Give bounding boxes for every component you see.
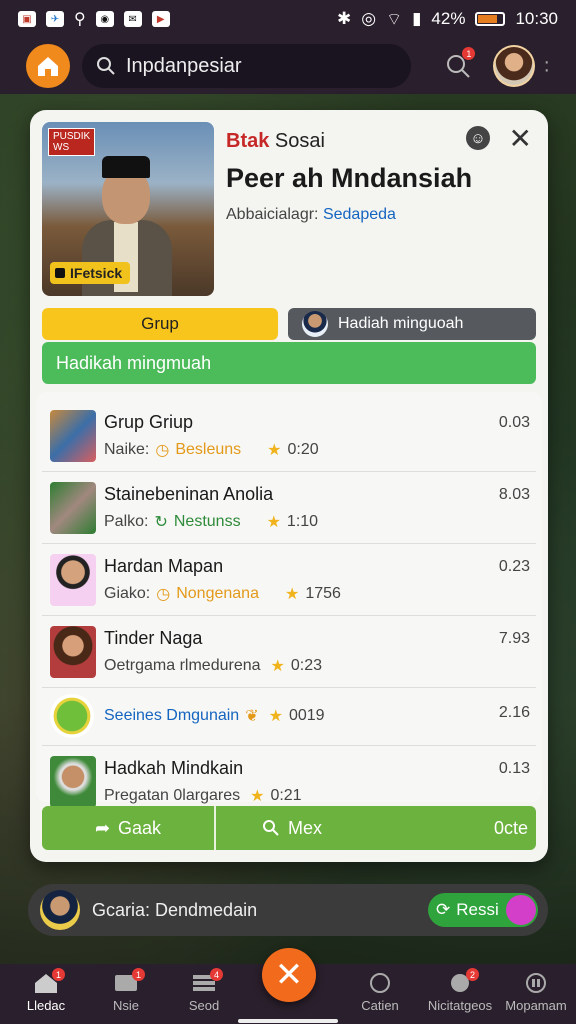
results-list: Grup Griup Naike: ◷ Besleuns ★ 0:20 0.03…: [36, 392, 542, 808]
app-notification-icon: ▶: [151, 11, 170, 27]
hero-image: PUSDIK WS IFetsick: [42, 122, 214, 296]
clock: 10:30: [515, 9, 558, 28]
home-button[interactable]: [26, 44, 70, 88]
nfc-icon: ◎: [361, 9, 377, 28]
star-icon: ★: [266, 514, 281, 531]
close-icon: ✕: [274, 956, 304, 994]
more-button[interactable]: 0cte: [416, 806, 536, 850]
battery-percent: 42%: [431, 9, 466, 28]
hero-chip[interactable]: IFetsick: [50, 262, 131, 284]
tab-hadiah[interactable]: Hadiah minguoah: [288, 308, 536, 340]
chat-icon: [367, 972, 393, 994]
thumbnail: [50, 756, 96, 808]
nav-item-notifications[interactable]: 2 Nicitatgeos: [420, 968, 500, 1013]
share-icon: ➦: [94, 817, 111, 838]
app-notification-icon: ◉: [95, 11, 114, 27]
notifications-button[interactable]: 1: [443, 47, 476, 81]
page-title: Peer ah Mndansiah: [226, 163, 473, 193]
notification-text: Gcaria: Dendmedain: [92, 899, 258, 920]
close-fab-button[interactable]: ✕: [262, 948, 316, 1002]
app-notification-icon: ▣: [18, 11, 36, 27]
search-icon: [263, 820, 279, 836]
news-icon: 1: [113, 968, 145, 994]
leaf-icon: ❦: [245, 708, 259, 725]
close-icon[interactable]: ✕: [509, 122, 532, 155]
star-icon: ★: [270, 658, 285, 675]
thumbnail: [50, 694, 94, 738]
nav-item-map[interactable]: Mopamam: [496, 972, 576, 1013]
bluetooth-icon: ✱: [336, 9, 352, 28]
thumbnail: [50, 410, 96, 462]
notification-bar[interactable]: Gcaria: Dendmedain ⟳ Ressi: [28, 884, 548, 936]
thumbnail: [50, 554, 96, 606]
avatar: [302, 311, 328, 337]
nav-item-news[interactable]: 1 Nsie: [86, 968, 166, 1013]
subtitle: Abbaicialagr: Sedapeda: [226, 206, 396, 223]
search-value: Inpdanpesiar: [125, 54, 242, 77]
list-item[interactable]: Stainebeninan Anolia Palko: ↻ Nestunss ★…: [42, 472, 536, 544]
message-icon: 2: [447, 968, 479, 994]
home-icon: 1: [33, 968, 65, 994]
record-icon: [506, 895, 536, 925]
avatar: [40, 890, 80, 930]
location-icon: ⚲: [74, 11, 86, 28]
banner[interactable]: Hadikah mingmuah: [42, 342, 536, 384]
battery-icon: [475, 12, 506, 26]
star-icon: ★: [250, 788, 265, 805]
list-item[interactable]: Tinder Naga Oetrgama rlmedurena ★ 0:23 7…: [42, 616, 536, 688]
status-bar: ▣ ✈ ⚲ ◉ ✉ ▶ ✱ ◎ ⌔ ▮ 42% 10:30: [0, 0, 576, 38]
home-indicator[interactable]: [238, 1019, 338, 1023]
refresh-icon: ⟳: [436, 900, 451, 919]
app-notification-icon: ✉: [123, 11, 142, 27]
emoji-icon[interactable]: ☺: [466, 126, 490, 150]
list-item[interactable]: Hardan Mapan Giako: ◷ Nongenana ★ 1756 0…: [42, 544, 536, 616]
refresh-icon: ↻: [154, 514, 168, 531]
home-icon: [37, 57, 58, 76]
nav-item-catien[interactable]: Catien: [340, 972, 420, 1013]
thumbnail: [50, 626, 96, 678]
reset-button[interactable]: ⟳ Ressi: [428, 893, 538, 927]
signal-icon: ▮: [412, 9, 422, 28]
action-bar: ➦ Gaak Mex 0cte: [42, 806, 536, 850]
nav-item-home[interactable]: 1 Lledac: [6, 968, 86, 1013]
search-icon: [96, 57, 115, 75]
star-icon: ★: [268, 708, 283, 725]
notification-badge: 1: [462, 47, 476, 60]
list-icon: 4: [191, 968, 223, 994]
list-item[interactable]: Grup Griup Naike: ◷ Besleuns ★ 0:20 0.03: [42, 400, 536, 472]
subtitle-link[interactable]: Sedapeda: [323, 206, 396, 223]
app-notification-icon: ✈: [46, 11, 64, 27]
nav-item-feed[interactable]: 4 Seod: [164, 968, 244, 1013]
wifi-icon: ⌔: [386, 9, 403, 29]
thumbnail: [50, 482, 96, 534]
list-item[interactable]: Seeines Dmgunain ❦ ★ 0019 2.16: [42, 688, 536, 746]
star-icon: ★: [267, 442, 282, 459]
share-button[interactable]: ➦ Gaak: [42, 806, 216, 850]
search-button[interactable]: Mex: [216, 806, 416, 850]
clock-icon: ◷: [156, 586, 171, 603]
event-card: PUSDIK WS IFetsick Btak Sosai Peer ah Mnd…: [30, 110, 548, 862]
search-input[interactable]: Inpdanpesiar: [81, 44, 412, 88]
top-bar: Inpdanpesiar 1 · ·: [0, 38, 576, 94]
star-icon: ★: [284, 586, 300, 603]
profile-avatar[interactable]: [493, 45, 536, 87]
more-options-icon[interactable]: · ·: [543, 52, 550, 80]
brand-name: Btak Sosai: [226, 130, 325, 152]
hero-tag: PUSDIK WS: [48, 128, 96, 156]
tab-grup[interactable]: Grup: [42, 308, 278, 340]
pause-icon: [523, 972, 549, 994]
clock-icon: ◷: [155, 442, 170, 459]
